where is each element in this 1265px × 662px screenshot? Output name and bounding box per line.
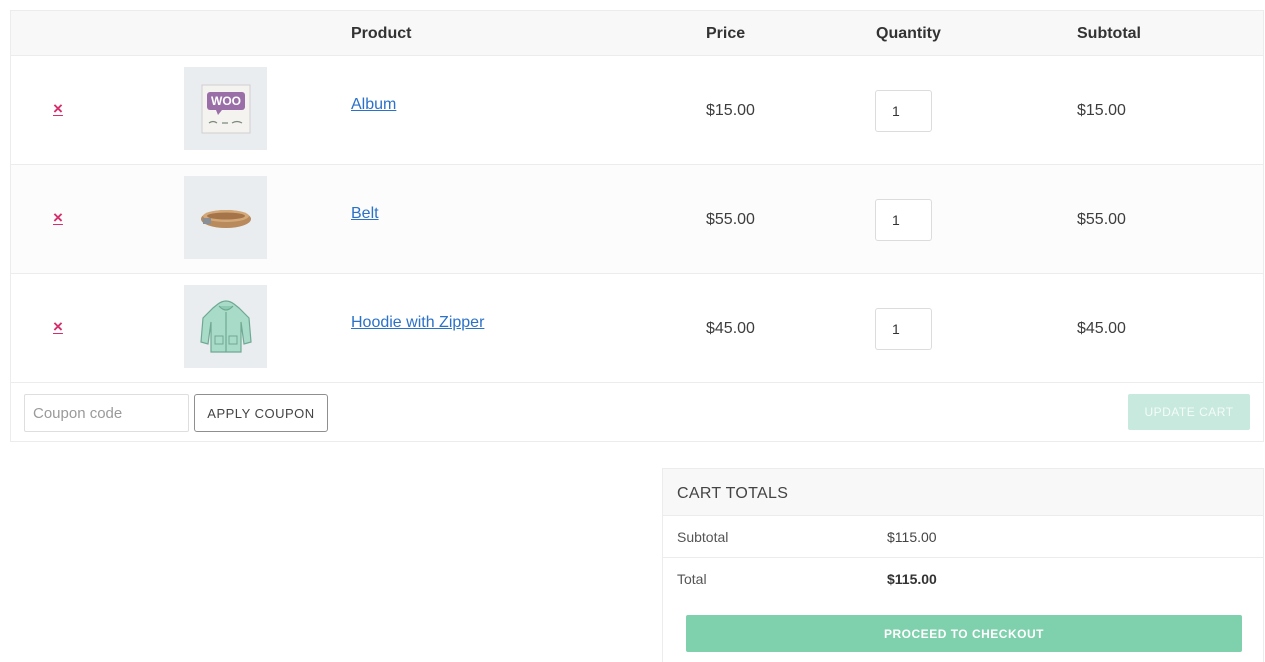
cart-table: Product Price Quantity Subtotal × WOO Al… [10, 10, 1264, 442]
cart-row: × Belt $55.00 $55.00 [11, 164, 1263, 273]
cart-row: × WOO Album $15.00 $15.00 [11, 55, 1263, 164]
remove-item-icon[interactable]: × [53, 318, 63, 335]
product-price: $45.00 [706, 320, 755, 337]
cart-totals-title: CART TOTALS [663, 469, 1263, 515]
cart-actions: APPLY COUPON UPDATE CART [11, 382, 1263, 443]
product-thumbnail[interactable]: WOO [184, 67, 267, 150]
proceed-to-checkout-button[interactable]: PROCEED TO CHECKOUT [686, 615, 1242, 652]
total-value: $115.00 [887, 571, 937, 587]
remove-item-icon[interactable]: × [53, 209, 63, 226]
header-product: Product [351, 25, 412, 42]
cart-row: × Hoodie with Zipper $45.00 $45.00 [11, 273, 1263, 382]
coupon-code-input[interactable] [24, 394, 189, 432]
totals-subtotal-row: Subtotal $115.00 [663, 515, 1263, 557]
product-link[interactable]: Album [351, 96, 396, 114]
hoodie-icon [199, 299, 252, 353]
product-thumbnail[interactable] [184, 176, 267, 259]
product-subtotal: $45.00 [1077, 320, 1126, 337]
album-woo-icon: WOO [201, 84, 250, 133]
belt-icon [200, 209, 251, 228]
cart-totals: CART TOTALS Subtotal $115.00 Total $115.… [662, 468, 1264, 662]
quantity-input[interactable] [875, 90, 932, 132]
product-price: $15.00 [706, 102, 755, 119]
quantity-input[interactable] [875, 199, 932, 241]
quantity-input[interactable] [875, 308, 932, 350]
header-price: Price [706, 25, 746, 42]
update-cart-button[interactable]: UPDATE CART [1128, 394, 1250, 430]
header-quantity: Quantity [876, 25, 941, 42]
product-link[interactable]: Hoodie with Zipper [351, 314, 484, 332]
subtotal-label: Subtotal [677, 529, 729, 545]
product-subtotal: $55.00 [1077, 211, 1126, 228]
totals-total-row: Total $115.00 [663, 557, 1263, 599]
subtotal-value: $115.00 [887, 529, 937, 545]
apply-coupon-button[interactable]: APPLY COUPON [194, 394, 328, 432]
total-label: Total [677, 571, 707, 587]
header-subtotal: Subtotal [1077, 25, 1141, 42]
product-price: $55.00 [706, 211, 755, 228]
product-subtotal: $15.00 [1077, 102, 1126, 119]
cart-table-header: Product Price Quantity Subtotal [11, 11, 1263, 55]
product-link[interactable]: Belt [351, 205, 379, 223]
remove-item-icon[interactable]: × [53, 100, 63, 117]
svg-text:WOO: WOO [211, 94, 241, 108]
product-thumbnail[interactable] [184, 285, 267, 368]
